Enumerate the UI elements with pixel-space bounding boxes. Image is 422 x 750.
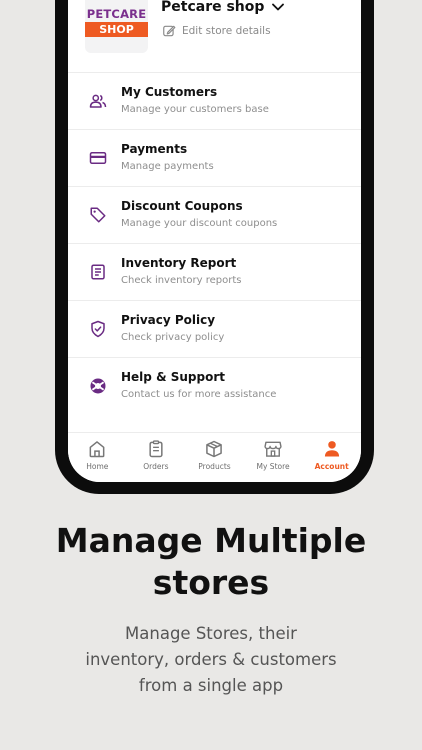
- menu-subtitle: Manage payments: [121, 161, 214, 172]
- bottom-navigation: Home Orders Products My Store Account: [68, 432, 361, 482]
- users-icon: [89, 94, 107, 108]
- logo-text-top: PETCARE: [86, 6, 147, 21]
- nav-orders[interactable]: Orders: [127, 433, 186, 482]
- tag-icon: [90, 207, 106, 223]
- promo-subheadline: Manage Stores, their inventory, orders &…: [0, 621, 422, 699]
- menu-item-my-customers[interactable]: My Customers Manage your customers base: [68, 73, 361, 130]
- nav-my-store[interactable]: My Store: [244, 433, 303, 482]
- nav-home[interactable]: Home: [68, 433, 127, 482]
- promo-headline: Manage Multiple stores: [0, 520, 422, 604]
- nav-products[interactable]: Products: [185, 433, 244, 482]
- nav-label: My Store: [256, 462, 290, 471]
- menu-title: Help & Support: [121, 370, 225, 384]
- menu-title: My Customers: [121, 85, 218, 99]
- headline-line-1: Manage Multiple: [55, 521, 367, 560]
- chevron-down-icon: [272, 3, 285, 11]
- store-switcher[interactable]: Petcare shop: [161, 0, 285, 15]
- store-logo: PETCARE SHOP: [85, 0, 148, 53]
- menu-item-privacy-policy[interactable]: Privacy Policy Check privacy policy: [68, 301, 361, 358]
- subline-line-3: from a single app: [138, 676, 284, 695]
- edit-icon: [163, 25, 176, 37]
- menu-title: Discount Coupons: [121, 199, 243, 213]
- menu-subtitle: Check privacy policy: [121, 332, 225, 343]
- edit-store-label: Edit store details: [182, 25, 271, 37]
- menu-item-payments[interactable]: Payments Manage payments: [68, 130, 361, 187]
- subline-line-2: inventory, orders & customers: [85, 650, 337, 669]
- edit-store-details-link[interactable]: Edit store details: [162, 24, 271, 38]
- menu-subtitle: Contact us for more assistance: [121, 389, 277, 400]
- subline-line-1: Manage Stores, their: [125, 624, 297, 643]
- headline-line-2: stores: [152, 563, 270, 602]
- phone-frame: PETCARE SHOP Petcare shop Edit store det…: [55, 0, 374, 494]
- lifebuoy-icon: [90, 378, 106, 394]
- report-icon: [91, 264, 105, 280]
- account-menu: My Customers Manage your customers base …: [68, 73, 361, 415]
- nav-label: Account: [314, 462, 349, 471]
- store-header: PETCARE SHOP Petcare shop Edit store det…: [68, 0, 361, 73]
- menu-title: Privacy Policy: [121, 313, 216, 327]
- menu-subtitle: Manage your customers base: [121, 104, 269, 115]
- menu-title: Inventory Report: [121, 256, 237, 270]
- menu-item-inventory-report[interactable]: Inventory Report Check inventory reports: [68, 244, 361, 301]
- shield-check-icon: [91, 320, 105, 338]
- app-screen: PETCARE SHOP Petcare shop Edit store det…: [68, 0, 361, 482]
- credit-card-icon: [89, 152, 107, 164]
- nav-label: Orders: [143, 462, 169, 471]
- nav-account[interactable]: Account: [302, 433, 361, 482]
- menu-item-help-support[interactable]: Help & Support Contact us for more assis…: [68, 358, 361, 415]
- box-icon: [206, 440, 223, 458]
- user-icon: [324, 441, 339, 457]
- menu-item-discount-coupons[interactable]: Discount Coupons Manage your discount co…: [68, 187, 361, 244]
- menu-title: Payments: [121, 142, 188, 156]
- home-icon: [89, 441, 105, 458]
- nav-label: Products: [198, 462, 231, 471]
- nav-label: Home: [86, 462, 109, 471]
- orders-icon: [149, 440, 163, 458]
- store-icon: [264, 441, 282, 457]
- menu-subtitle: Check inventory reports: [121, 275, 242, 286]
- logo-text-bottom: SHOP: [85, 21, 148, 37]
- menu-subtitle: Manage your discount coupons: [121, 218, 278, 229]
- store-name: Petcare shop: [161, 0, 265, 15]
